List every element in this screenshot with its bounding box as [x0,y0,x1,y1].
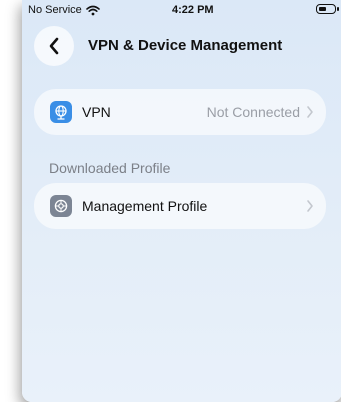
carrier-status: No Service [28,4,100,16]
status-bar: No Service 4:22 PM [22,0,341,18]
section-header-downloaded-profile: Downloaded Profile [49,160,171,176]
gear-icon [50,195,72,217]
vpn-label: VPN [82,104,111,120]
management-profile-label: Management Profile [82,198,208,214]
wifi-icon [85,5,100,15]
back-button[interactable] [34,26,74,66]
chevron-right-icon [307,200,313,212]
globe-icon [50,101,72,123]
vpn-status-value: Not Connected [206,104,300,120]
battery-icon [316,4,339,14]
carrier-label: No Service [28,4,82,16]
management-profile-row[interactable]: Management Profile [34,183,326,229]
chevron-right-icon [307,106,313,118]
phone-screen: No Service 4:22 PM VPN & Device Manageme… [22,0,341,402]
vpn-row[interactable]: VPN Not Connected [34,89,326,135]
page-title: VPN & Device Management [88,37,283,54]
status-time: 4:22 PM [172,4,214,16]
chevron-left-icon [49,37,59,55]
